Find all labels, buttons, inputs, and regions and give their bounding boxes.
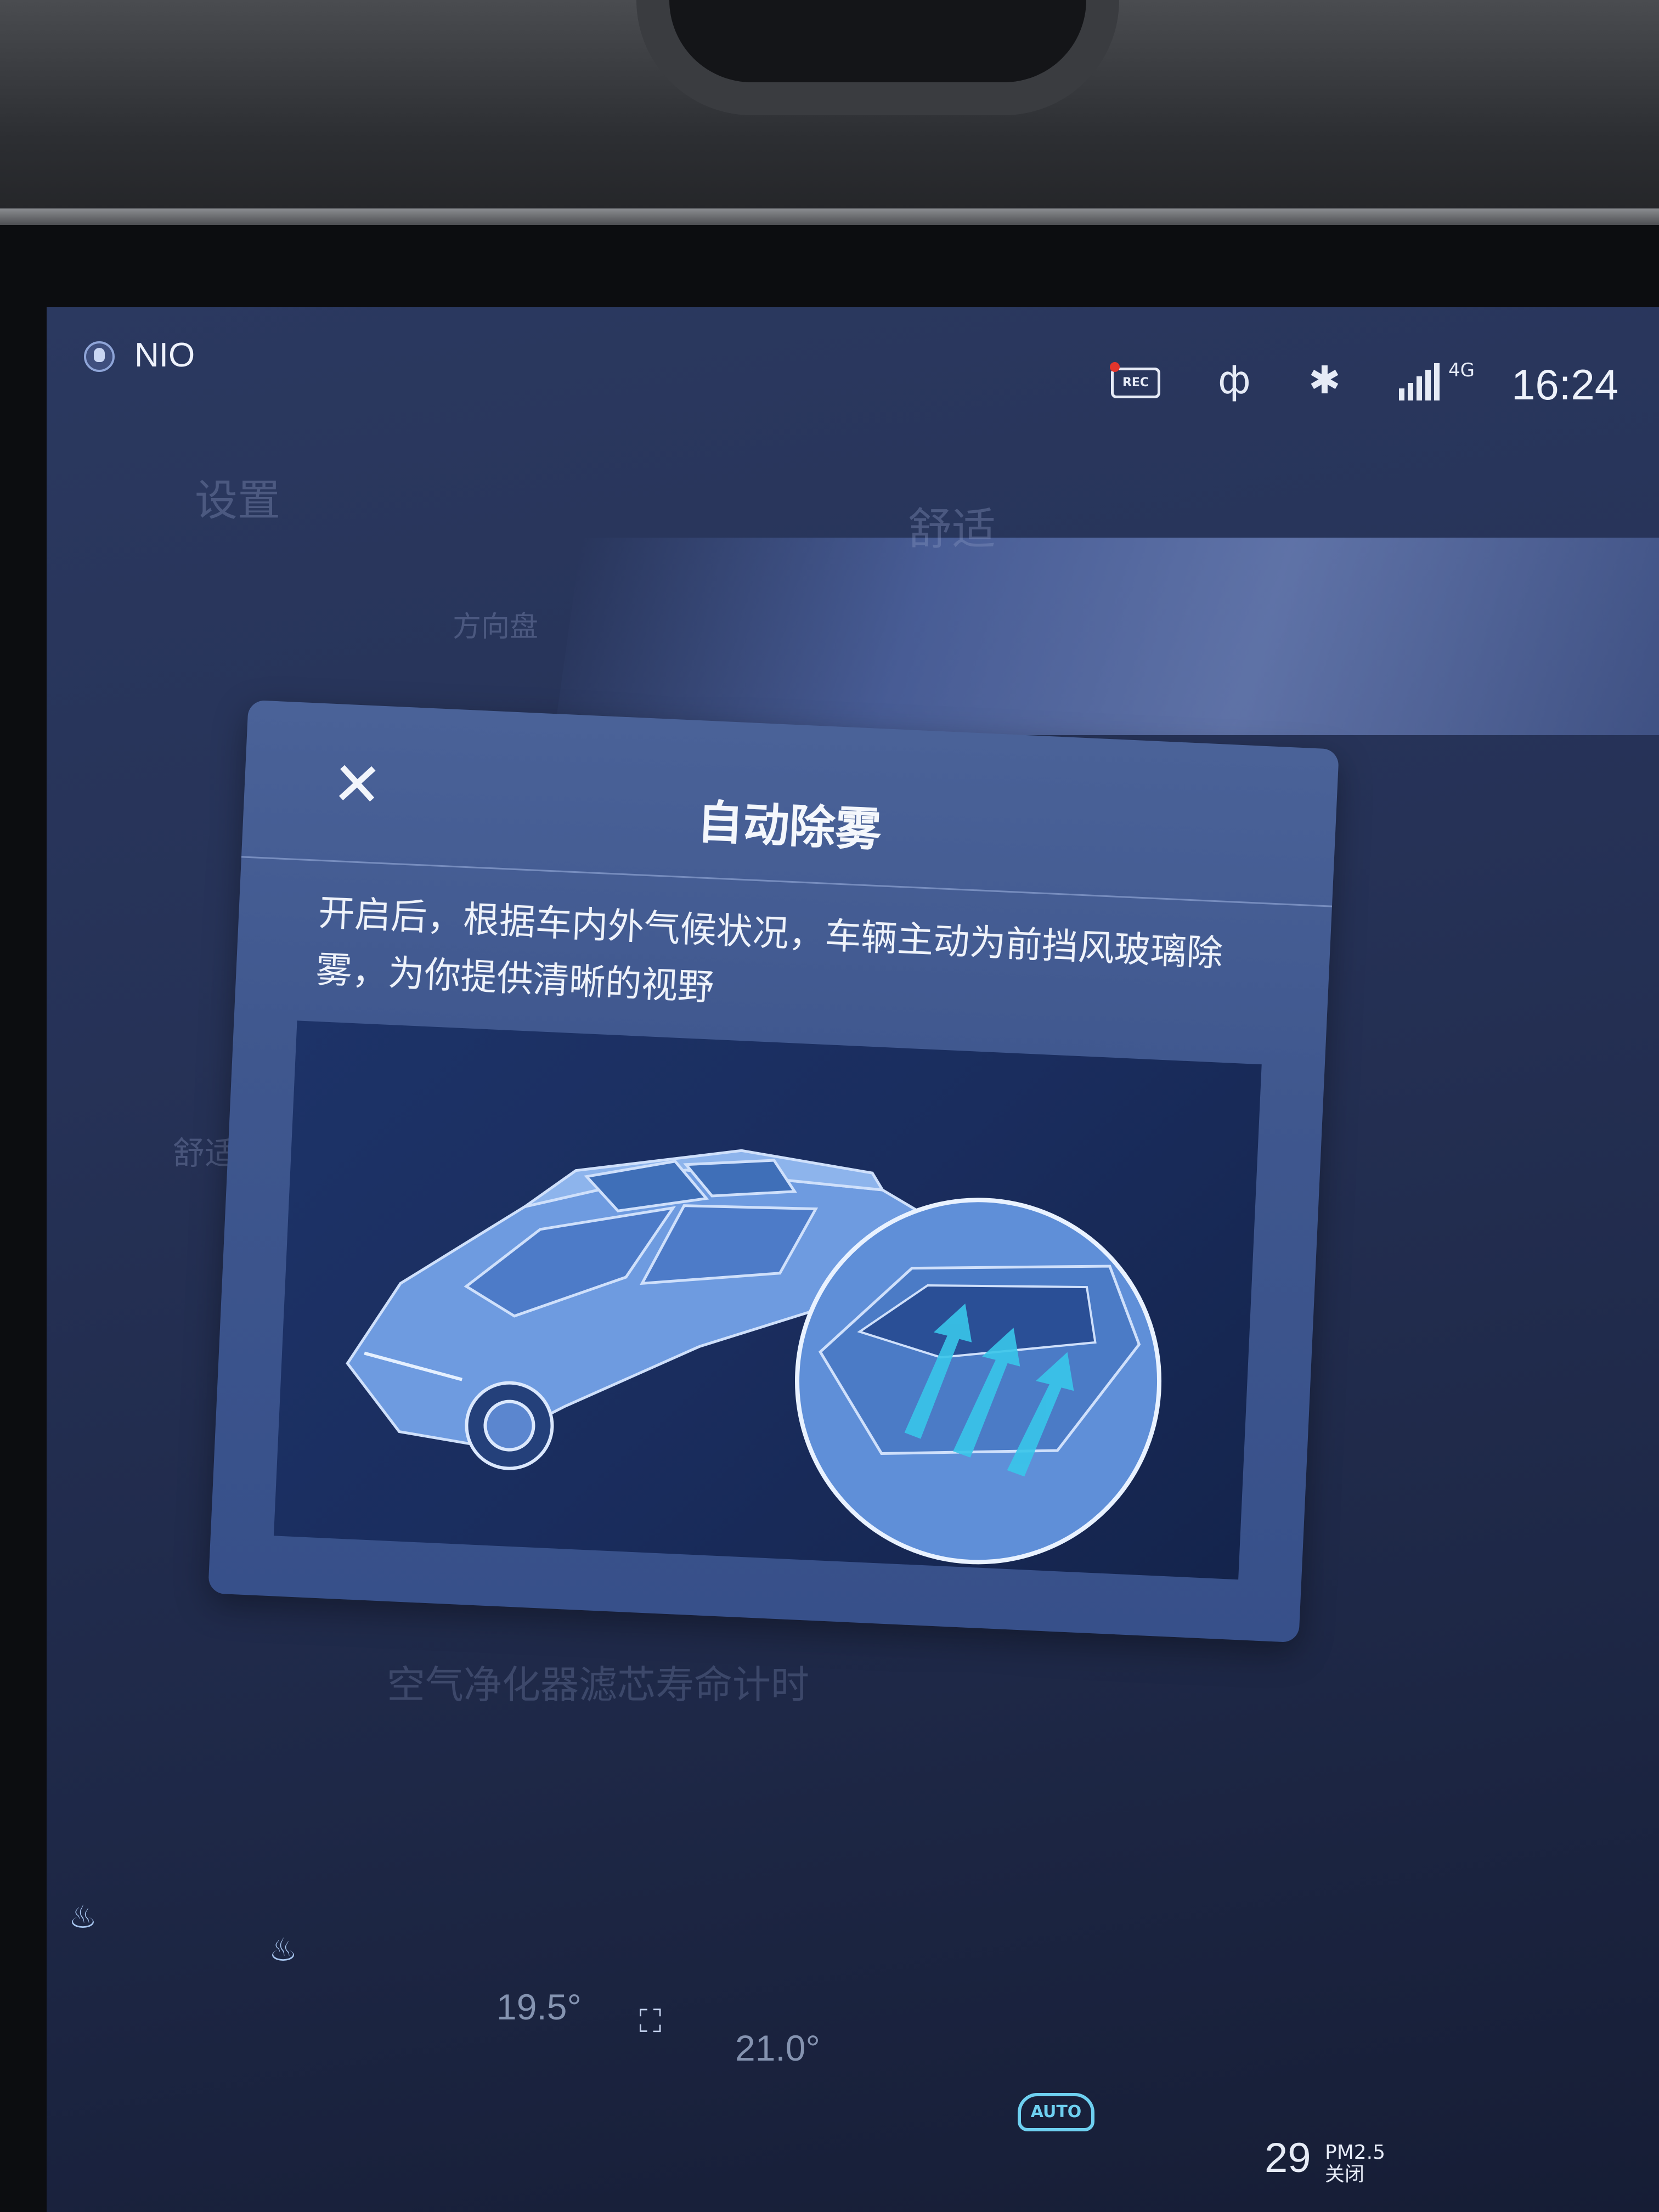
car-illustration-svg bbox=[346, 1149, 1162, 1565]
screen-reflection bbox=[554, 538, 1659, 735]
wheel-icon bbox=[465, 1381, 554, 1470]
dialog-title: 自动除雾 bbox=[696, 795, 883, 857]
pm25-value: 29 bbox=[1265, 2135, 1311, 2181]
auto-climate-button[interactable]: AUTO bbox=[1018, 2093, 1094, 2131]
passenger-temperature[interactable]: 21.0° bbox=[735, 2027, 820, 2069]
network-type: 4G bbox=[1448, 359, 1475, 381]
infotainment-screen: NIO REC ф ✱ 4G 16:24 设置 舒适 方向盘 舒适 空气净化器滤… bbox=[47, 307, 1659, 2212]
status-bar: NIO REC ф ✱ 4G 16:24 bbox=[47, 307, 1659, 417]
driver-temperature[interactable]: 19.5° bbox=[496, 1986, 582, 2028]
seat-heater-icon[interactable]: ⛶ bbox=[639, 2002, 662, 2040]
front-defrost-icon[interactable]: ♨ bbox=[69, 1898, 97, 1936]
auto-defog-dialog: ✕ 自动除雾 开启后，根据车内外气候状况，车辆主动为前挡风玻璃除雾，为你提供清晰… bbox=[208, 699, 1339, 1643]
user-avatar-icon[interactable] bbox=[84, 341, 115, 372]
filter-life-label: 空气净化器滤芯寿命计时 bbox=[387, 1662, 809, 1707]
microphone-icon[interactable]: ф bbox=[1218, 358, 1251, 403]
defog-illustration bbox=[273, 1020, 1262, 1580]
dashcam-rec-icon[interactable]: REC bbox=[1111, 368, 1160, 398]
section-title: 舒适 bbox=[908, 504, 996, 555]
camera-pod bbox=[669, 0, 1086, 82]
profile-name[interactable]: NIO bbox=[134, 336, 195, 375]
rec-indicator-dot bbox=[1110, 362, 1120, 372]
purifier-status[interactable]: 关闭 bbox=[1325, 2164, 1364, 2185]
rear-defrost-icon[interactable]: ♨ bbox=[269, 1931, 297, 1968]
dialog-description: 开启后，根据车内外气候状况，车辆主动为前挡风玻璃除雾，为你提供清晰的视野 bbox=[315, 891, 1224, 1009]
steering-wheel-label: 方向盘 bbox=[453, 611, 539, 644]
clock: 16:24 bbox=[1511, 360, 1619, 409]
pm25-label: PM2.5 bbox=[1325, 2141, 1386, 2164]
bluetooth-icon[interactable]: ✱ bbox=[1308, 358, 1341, 403]
page-title: 设置 bbox=[195, 476, 281, 526]
